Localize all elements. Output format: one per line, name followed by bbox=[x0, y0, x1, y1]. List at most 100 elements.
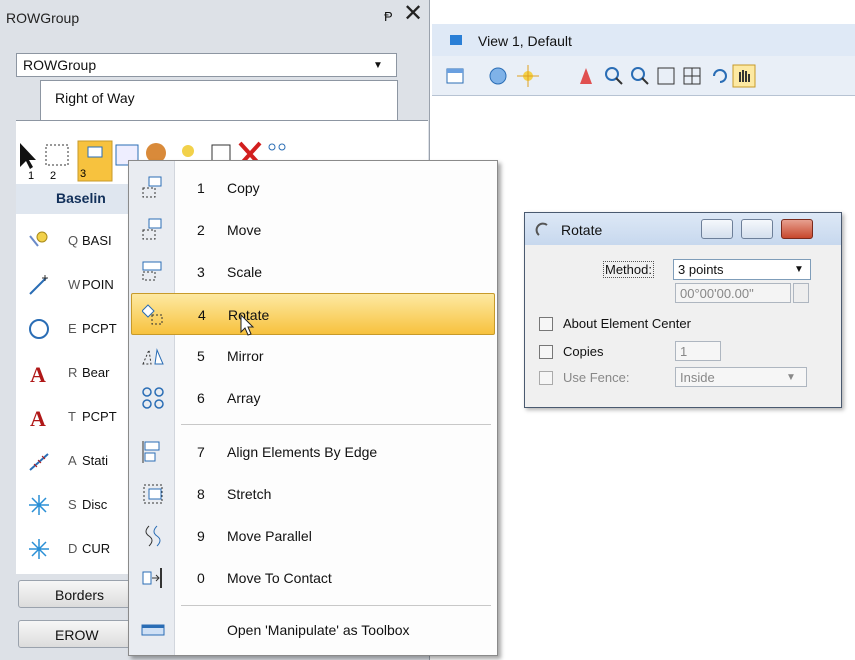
rotate-view-icon[interactable] bbox=[708, 64, 732, 88]
menu-separator bbox=[181, 424, 491, 425]
menu-item-label: Align Elements By Edge bbox=[227, 444, 378, 460]
list-item-label: BASI bbox=[82, 233, 112, 248]
copies-checkbox[interactable] bbox=[539, 345, 553, 359]
use-fence-label: Use Fence: bbox=[563, 370, 630, 385]
menu-item-scale[interactable]: 3 Scale bbox=[131, 251, 495, 293]
group-tool-icon[interactable] bbox=[182, 145, 194, 157]
rotate-dialog: Rotate Method: 3 points ▼ 00°00'00.00" A… bbox=[524, 212, 842, 408]
view-title: View 1, Default bbox=[478, 33, 572, 49]
display-style-icon[interactable] bbox=[486, 64, 510, 88]
move-parallel-icon bbox=[145, 525, 161, 547]
shortcut-key: T bbox=[68, 409, 76, 424]
scale-icon bbox=[142, 261, 162, 281]
view-titlebar: View 1, Default bbox=[432, 24, 855, 56]
menu-item-number: 0 bbox=[197, 570, 205, 586]
copies-field[interactable]: 1 bbox=[675, 341, 721, 361]
menu-item-number: 7 bbox=[197, 444, 205, 460]
about-center-checkbox[interactable] bbox=[539, 317, 553, 331]
menu-item-array[interactable]: 6 Array bbox=[131, 377, 495, 419]
fit-view-icon[interactable] bbox=[680, 64, 704, 88]
menu-item-rotate[interactable]: 4 Rotate bbox=[131, 293, 495, 335]
shortcut-key: W bbox=[68, 277, 81, 292]
angle-field[interactable]: 00°00'00.00" bbox=[675, 283, 791, 303]
use-fence-checkbox[interactable] bbox=[539, 371, 553, 385]
menu-item-label: Array bbox=[227, 390, 261, 406]
copy-icon bbox=[142, 176, 162, 198]
manipulate-context-menu: 1 Copy 2 Move 3 Scale 4 Rotate 5 Mirror … bbox=[128, 160, 498, 656]
close-icon[interactable]: ✕ bbox=[403, 2, 423, 26]
method-label: Method: bbox=[603, 261, 654, 278]
menu-item-label: Move bbox=[227, 222, 262, 238]
shortcut-key: E bbox=[68, 321, 77, 336]
svg-text:A: A bbox=[30, 362, 46, 384]
view-attributes-icon[interactable] bbox=[444, 64, 468, 88]
menu-item-align-elements[interactable]: 7 Align Elements By Edge bbox=[131, 431, 495, 473]
fence-tool-icon[interactable]: 2 bbox=[45, 144, 69, 182]
menu-separator bbox=[181, 605, 491, 606]
menu-item-number: 6 bbox=[197, 390, 205, 406]
menu-item-move[interactable]: 2 Move bbox=[131, 209, 495, 251]
rotate-tool-icon bbox=[535, 222, 548, 236]
update-view-icon[interactable] bbox=[574, 64, 598, 88]
menu-item-label: Scale bbox=[227, 264, 263, 280]
view-toolbar bbox=[432, 56, 855, 96]
menu-item-copy[interactable]: 1 Copy bbox=[131, 167, 495, 209]
view-icon bbox=[450, 35, 462, 45]
menu-item-number: 8 bbox=[197, 486, 205, 502]
copies-label: Copies bbox=[563, 344, 604, 359]
zoom-in-icon[interactable] bbox=[602, 64, 626, 88]
move-to-contact-icon bbox=[142, 568, 162, 588]
list-item-label: PCPT bbox=[82, 321, 117, 336]
menu-item-number: 5 bbox=[197, 348, 205, 364]
window-area-icon[interactable] bbox=[654, 64, 678, 88]
menu-item-label: Copy bbox=[227, 180, 260, 196]
select-tool-icon[interactable]: 1 bbox=[20, 143, 36, 182]
svg-text:2: 2 bbox=[50, 170, 56, 182]
text-a-icon: A bbox=[30, 362, 46, 384]
chevron-down-icon: ▼ bbox=[373, 60, 383, 71]
dialog-titlebar[interactable]: Rotate bbox=[525, 213, 841, 245]
copies-value: 1 bbox=[680, 344, 688, 359]
move-icon bbox=[142, 218, 162, 240]
method-value: 3 points bbox=[678, 262, 724, 277]
list-item-label: Disc bbox=[82, 497, 108, 512]
pin-icon[interactable]: Ᵽ bbox=[384, 9, 393, 24]
lighting-icon[interactable] bbox=[516, 64, 540, 88]
open-toolbox-label: Open 'Manipulate' as Toolbox bbox=[227, 622, 410, 638]
button-label: Borders bbox=[55, 587, 105, 603]
menu-item-stretch[interactable]: 8 Stretch bbox=[131, 473, 495, 515]
close-button[interactable] bbox=[781, 219, 813, 239]
menu-item-move-to-contact[interactable]: 0 Move To Contact bbox=[131, 557, 495, 599]
menu-item-number: 2 bbox=[197, 222, 205, 238]
chevron-down-icon: ▼ bbox=[794, 264, 804, 275]
circle-icon bbox=[29, 319, 49, 339]
chevron-down-icon: ▼ bbox=[786, 372, 796, 383]
align-edge-icon bbox=[142, 441, 160, 463]
shortcut-key: S bbox=[68, 497, 77, 512]
manipulate-tool-icon[interactable]: 3 bbox=[77, 140, 113, 182]
list-item-label: CUR bbox=[82, 541, 111, 556]
fence-mode-select[interactable]: Inside ▼ bbox=[675, 367, 807, 387]
maximize-button[interactable] bbox=[741, 219, 773, 239]
array-icon bbox=[142, 387, 164, 409]
zoom-out-icon[interactable] bbox=[628, 64, 652, 88]
menu-item-move-parallel[interactable]: 9 Move Parallel bbox=[131, 515, 495, 557]
menu-item-mirror[interactable]: 5 Mirror bbox=[131, 335, 495, 377]
tab-right-of-way[interactable]: Right of Way bbox=[40, 80, 398, 120]
group-select-value: ROWGroup bbox=[23, 57, 97, 73]
method-select[interactable]: 3 points ▼ bbox=[673, 259, 811, 280]
angle-spinner[interactable] bbox=[793, 283, 809, 303]
placemark-icon bbox=[29, 231, 48, 247]
group-select[interactable]: ROWGroup ▼ bbox=[16, 53, 397, 77]
fence-value: Inside bbox=[680, 370, 715, 385]
list-item-label: POIN bbox=[82, 277, 114, 292]
tab-label: Right of Way bbox=[55, 90, 135, 106]
menu-item-label: Move Parallel bbox=[227, 528, 312, 544]
svg-text:1: 1 bbox=[28, 170, 34, 182]
dialog-title: Rotate bbox=[561, 222, 603, 238]
rotate-icon bbox=[142, 304, 163, 325]
pan-view-icon[interactable] bbox=[732, 64, 756, 88]
minimize-button[interactable] bbox=[701, 219, 733, 239]
chain-icon[interactable] bbox=[268, 143, 286, 151]
list-item-label: Bear bbox=[82, 365, 110, 380]
